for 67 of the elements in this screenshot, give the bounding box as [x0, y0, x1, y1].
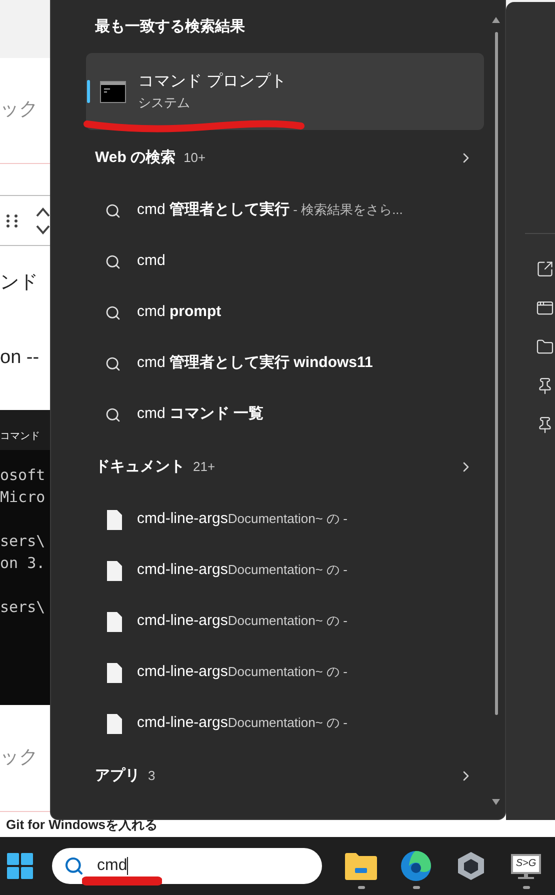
document-result[interactable]: cmd-line-argsDocumentation~ の - — [86, 494, 484, 545]
pin-icon[interactable] — [536, 377, 554, 395]
best-match-title: コマンド プロンプト — [138, 72, 286, 92]
web-result[interactable]: cmd 管理者として実行 - 検索結果をさら... — [86, 185, 484, 236]
section-title: Web の検索 10+ — [95, 148, 206, 168]
document-icon — [107, 560, 122, 580]
result-text: cmd 管理者として実行 - 検索結果をさら... — [137, 200, 403, 220]
search-icon — [105, 202, 121, 218]
page-text: ック — [0, 746, 38, 770]
section-title: アプリ 3 — [95, 766, 156, 786]
search-field[interactable]: cmd — [52, 848, 322, 884]
result-text: cmd 管理者として実行 windows11 — [137, 353, 373, 374]
selection-indicator — [87, 80, 90, 103]
folder-icon — [345, 852, 377, 880]
scroll-up-icon[interactable] — [492, 17, 500, 23]
web-result[interactable]: cmd 管理者として実行 windows11 — [86, 338, 484, 389]
taskbar-app[interactable]: S>G — [500, 841, 552, 891]
open-icon[interactable] — [536, 260, 554, 278]
document-result[interactable]: cmd-line-argsDocumentation~ の - — [86, 596, 484, 647]
document-icon — [107, 714, 122, 734]
terminal-icon — [100, 80, 126, 102]
document-result[interactable]: cmd-line-argsDocumentation~ の - — [86, 647, 484, 698]
terminal-line: Micro — [0, 487, 46, 508]
document-icon — [107, 662, 122, 682]
pin-icon[interactable] — [536, 416, 554, 434]
scroll-thumb[interactable] — [494, 32, 498, 715]
terminal-line: sers\ — [0, 597, 46, 618]
scroll-down-icon[interactable] — [492, 799, 500, 805]
window-icon[interactable] — [536, 299, 554, 317]
document-icon — [107, 510, 122, 530]
search-icon — [105, 406, 121, 422]
search-icon — [64, 856, 84, 876]
document-text: cmd-line-argsDocumentation~ の - — [137, 662, 348, 682]
document-result[interactable]: cmd-line-argsDocumentation~ の - — [86, 698, 484, 749]
terminal-line: on 3. — [0, 553, 46, 574]
folder-icon[interactable] — [536, 338, 554, 356]
terminal-line: osoft — [0, 465, 46, 486]
cube-icon — [457, 851, 485, 881]
result-text: cmd prompt — [137, 302, 222, 322]
result-text: cmd コマンド 一覧 — [137, 404, 264, 424]
document-text: cmd-line-argsDocumentation~ の - — [137, 509, 348, 530]
best-match-subtitle: システム — [138, 94, 191, 112]
page-text: ンド — [0, 271, 38, 296]
terminal-title: コマンド — [0, 430, 40, 444]
document-result[interactable]: cmd-line-argsDocumentation~ の - — [86, 545, 484, 596]
section-title: 最も一致する検索結果 — [95, 17, 245, 38]
section-title: ドキュメント 21+ — [95, 456, 216, 477]
browser-icon — [401, 851, 431, 881]
search-icon — [105, 356, 121, 372]
result-text: cmd — [137, 251, 166, 272]
search-value: cmd — [97, 856, 128, 876]
terminal-line: sers\ — [0, 531, 46, 552]
search-icon — [105, 304, 121, 320]
windows-logo-icon[interactable] — [7, 853, 33, 879]
web-result[interactable]: cmd prompt — [86, 287, 484, 338]
web-result[interactable]: cmd — [86, 236, 484, 287]
web-result[interactable]: cmd コマンド 一覧 — [86, 389, 484, 440]
page-text: ック — [0, 98, 38, 122]
document-icon — [107, 612, 122, 632]
drag-handle-icon[interactable] — [6, 212, 18, 228]
document-text: cmd-line-argsDocumentation~ の - — [137, 611, 348, 632]
search-icon — [105, 254, 121, 270]
document-text: cmd-line-argsDocumentation~ の - — [137, 713, 348, 734]
chevron-up-down-icon[interactable] — [36, 206, 50, 234]
document-text: cmd-line-argsDocumentation~ の - — [137, 560, 348, 580]
best-match-card[interactable]: コマンド プロンプト システム — [86, 53, 484, 130]
page-text: on -- — [0, 346, 40, 370]
